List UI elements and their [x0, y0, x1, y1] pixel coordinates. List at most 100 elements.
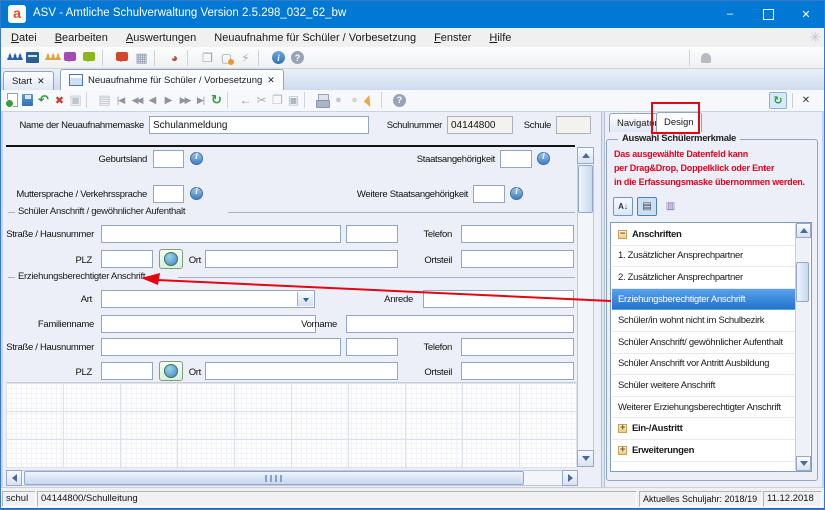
nav-fast-prev-icon[interactable] [129, 92, 144, 108]
nationality-input[interactable] [500, 150, 532, 168]
house-number-input[interactable] [346, 225, 398, 243]
menu-fenster[interactable]: Fenster [425, 32, 480, 44]
delete-record-icon[interactable] [52, 92, 67, 108]
list-item[interactable]: Schüler/in wohnt nicht im Schulbezirk [612, 310, 795, 332]
phone-input[interactable] [461, 225, 574, 243]
chat-purple-icon[interactable] [62, 49, 79, 66]
save-all-icon[interactable] [68, 92, 83, 108]
cut-icon[interactable] [254, 92, 269, 108]
list-item[interactable]: Weiterer Erziehungsberechtigter Anschrif… [612, 397, 795, 419]
undo-icon[interactable] [36, 92, 51, 108]
tab-start[interactable]: Start ✕ [3, 71, 54, 90]
guardian-type-select[interactable] [101, 290, 315, 308]
chevron-down-icon[interactable] [297, 292, 313, 306]
tab-neuaufnahme[interactable]: Neuaufnahme für Schüler / Vorbesetzung ✕ [60, 69, 284, 90]
scroll-right-icon[interactable] [562, 470, 578, 486]
tab-close-icon[interactable]: ✕ [37, 76, 45, 87]
report-icon[interactable] [133, 49, 150, 66]
list-group-einaustritt[interactable]: Ein-/Austritt [612, 418, 795, 440]
splitter[interactable] [601, 112, 605, 487]
group-view-icon[interactable] [637, 197, 657, 216]
list-item[interactable]: Schüler Anschrift vor Antritt Ausbildung [612, 354, 795, 376]
district-input[interactable] [461, 250, 574, 268]
info-icon[interactable] [537, 152, 550, 165]
nav-prev-icon[interactable] [145, 92, 160, 108]
zip-input[interactable] [101, 250, 153, 268]
maximize-icon[interactable] [749, 0, 787, 28]
scroll-down-icon[interactable] [796, 456, 811, 471]
chat-red-icon[interactable] [114, 49, 131, 66]
minimize-icon[interactable]: – [711, 0, 749, 28]
students-blue-icon[interactable] [5, 49, 22, 66]
lightning-icon[interactable] [237, 49, 254, 66]
save-record-icon[interactable] [20, 92, 35, 108]
info-icon[interactable] [190, 187, 203, 200]
guardian-phone-input[interactable] [461, 338, 574, 356]
scroll-up-icon[interactable] [796, 223, 811, 238]
guardian-zip-input[interactable] [101, 362, 153, 380]
nav-first-icon[interactable] [113, 92, 128, 108]
language-input[interactable] [153, 185, 184, 203]
menu-neuaufnahme[interactable]: Neuaufnahme für Schüler / Vorbesetzung [205, 32, 425, 44]
bell-icon[interactable] [363, 92, 378, 108]
chat-green-icon[interactable] [81, 49, 98, 66]
birth-country-input[interactable] [153, 150, 184, 168]
globe-lookup-button[interactable] [159, 361, 183, 381]
list-group-anschriften[interactable]: Anschriften [612, 224, 795, 246]
sort-az-icon[interactable] [613, 197, 633, 216]
info-icon[interactable] [190, 152, 203, 165]
list-item-selected[interactable]: Erziehungsberechtigter Anschrift [612, 289, 795, 311]
expand-icon[interactable] [618, 446, 627, 455]
first-name-input[interactable] [346, 315, 574, 333]
students-yellow-icon[interactable] [43, 49, 60, 66]
print-icon[interactable] [315, 92, 330, 108]
city-input[interactable] [205, 250, 398, 268]
vertical-scroll-thumb[interactable] [578, 165, 593, 213]
menu-datei[interactable]: Datei [2, 32, 46, 44]
list-item[interactable]: Schüler weitere Anschrift [612, 375, 795, 397]
hint-bulb-icon[interactable] [347, 92, 362, 108]
menu-hilfe[interactable]: Hilfe [480, 32, 520, 44]
tab-design[interactable]: Design [656, 112, 702, 132]
nav-fast-next-icon[interactable] [177, 92, 192, 108]
refresh-icon[interactable] [209, 92, 224, 108]
scroll-down-icon[interactable] [577, 450, 594, 467]
bookmark-icon[interactable] [97, 92, 112, 108]
salutation-input[interactable] [423, 290, 574, 308]
school-window-icon[interactable] [24, 49, 41, 66]
collapse-icon[interactable] [618, 230, 627, 239]
list-scroll-thumb[interactable] [796, 262, 809, 302]
new-window-icon[interactable] [218, 49, 235, 66]
close-icon[interactable]: ✕ [787, 0, 825, 28]
nav-next-icon[interactable] [161, 92, 176, 108]
pie-chart-icon[interactable] [166, 49, 183, 66]
help-circle-icon[interactable] [392, 92, 407, 108]
guardian-city-input[interactable] [205, 362, 398, 380]
street-input[interactable] [101, 225, 341, 243]
list-scrollbar[interactable] [795, 224, 810, 470]
preview-icon[interactable] [331, 92, 346, 108]
school-field[interactable] [556, 116, 591, 134]
last-name-input[interactable] [101, 315, 316, 333]
copy-windows-icon[interactable] [199, 49, 216, 66]
list-group-erweiterungen[interactable]: Erweiterungen [612, 440, 795, 462]
menu-auswertungen[interactable]: Auswertungen [117, 32, 205, 44]
guardian-district-input[interactable] [461, 362, 574, 380]
panel-refresh-icon[interactable]: ↻ [769, 92, 787, 109]
help-circle-icon[interactable] [289, 49, 306, 66]
expand-icon[interactable] [618, 424, 627, 433]
school-number-field[interactable] [447, 116, 513, 134]
info-circle-icon[interactable] [270, 49, 287, 66]
menu-bearbeiten[interactable]: Bearbeiten [46, 32, 117, 44]
list-item[interactable]: 2. Zusätzlicher Ansprechpartner [612, 267, 795, 289]
mask-name-input[interactable] [149, 116, 369, 134]
scroll-left-icon[interactable] [6, 470, 22, 486]
globe-lookup-button[interactable] [159, 249, 183, 269]
copy-icon[interactable] [270, 92, 285, 108]
list-item[interactable]: 1. Zusätzlicher Ansprechpartner [612, 246, 795, 268]
guardian-house-number-input[interactable] [346, 338, 398, 356]
second-nationality-input[interactable] [473, 185, 505, 203]
horizontal-scroll-thumb[interactable] [24, 471, 524, 485]
detail-view-icon[interactable] [662, 198, 679, 215]
list-item[interactable]: Schüler Anschrift/ gewöhnlicher Aufentha… [612, 332, 795, 354]
